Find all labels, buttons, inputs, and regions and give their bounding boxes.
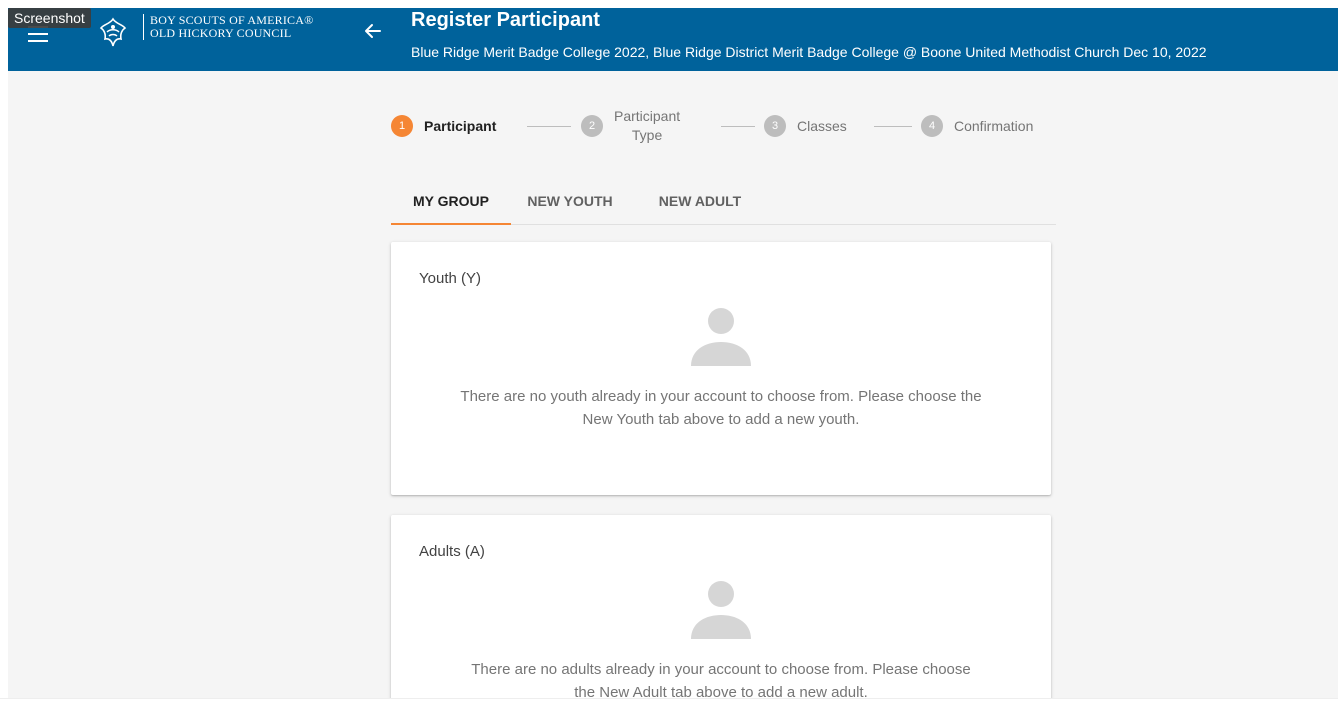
logo-divider	[143, 14, 144, 40]
participant-tabs: MY GROUP NEW YOUTH NEW ADULT	[391, 178, 1056, 225]
step-number-1: 1	[391, 115, 413, 137]
arrow-left-icon[interactable]	[363, 21, 383, 41]
youth-card: Youth (Y) There are no youth already in …	[391, 242, 1051, 495]
active-tab-indicator	[391, 223, 511, 225]
page-title: Register Participant	[411, 9, 600, 31]
registration-stepper: 1 Participant 2 Participant Type 3 Class…	[391, 104, 1056, 154]
bsa-emblem-icon	[99, 17, 127, 47]
tab-my-group[interactable]: MY GROUP	[391, 178, 511, 224]
hamburger-menu-icon[interactable]	[28, 26, 48, 42]
council-logo-text: BOY SCOUTS OF AMERICA® OLD HICKORY COUNC…	[150, 14, 313, 40]
empty-message-line: the New Adult tab above to add a new adu…	[574, 684, 868, 698]
top-app-bar: BOY SCOUTS OF AMERICA® OLD HICKORY COUNC…	[8, 8, 1338, 71]
adults-empty-message: There are no adults already in your acco…	[391, 658, 1051, 698]
person-placeholder-icon	[691, 581, 751, 639]
adults-card-title: Adults (A)	[419, 543, 485, 560]
tab-new-adult[interactable]: NEW ADULT	[645, 178, 755, 224]
empty-message-line: There are no youth already in your accou…	[460, 388, 982, 405]
step-confirmation: 4 Confirmation	[921, 114, 1033, 138]
step-number-4: 4	[921, 115, 943, 137]
tab-new-youth[interactable]: NEW YOUTH	[515, 178, 625, 224]
adults-card: Adults (A) There are no adults already i…	[391, 515, 1051, 698]
step-classes: 3 Classes	[764, 114, 847, 138]
youth-card-title: Youth (Y)	[419, 270, 481, 287]
step-participant: 1 Participant	[391, 114, 496, 138]
app-window: BOY SCOUTS OF AMERICA® OLD HICKORY COUNC…	[8, 8, 1338, 698]
step-connector	[527, 126, 571, 127]
step-label: Classes	[797, 118, 847, 134]
step-participant-type: 2 Participant Type	[581, 108, 680, 143]
step-label: Participant	[424, 118, 497, 134]
step-label-line: Type	[631, 127, 663, 143]
person-placeholder-icon	[691, 308, 751, 366]
step-connector	[721, 126, 755, 127]
empty-message-line: New Youth tab above to add a new youth.	[582, 411, 860, 428]
step-number-2: 2	[581, 115, 603, 137]
empty-message-line: There are no adults already in your acco…	[471, 661, 971, 678]
step-connector	[874, 126, 912, 127]
bottom-strip	[0, 698, 1338, 728]
event-subtitle: Blue Ridge Merit Badge College 2022, Blu…	[411, 44, 1207, 60]
step-number-3: 3	[764, 115, 786, 137]
step-label: Participant Type	[614, 107, 680, 145]
step-label-line: Participant	[614, 108, 681, 124]
step-label: Confirmation	[954, 118, 1034, 134]
council-name: OLD HICKORY COUNCIL	[150, 26, 292, 40]
screenshot-badge: Screenshot	[8, 8, 91, 28]
youth-empty-message: There are no youth already in your accou…	[391, 385, 1051, 431]
